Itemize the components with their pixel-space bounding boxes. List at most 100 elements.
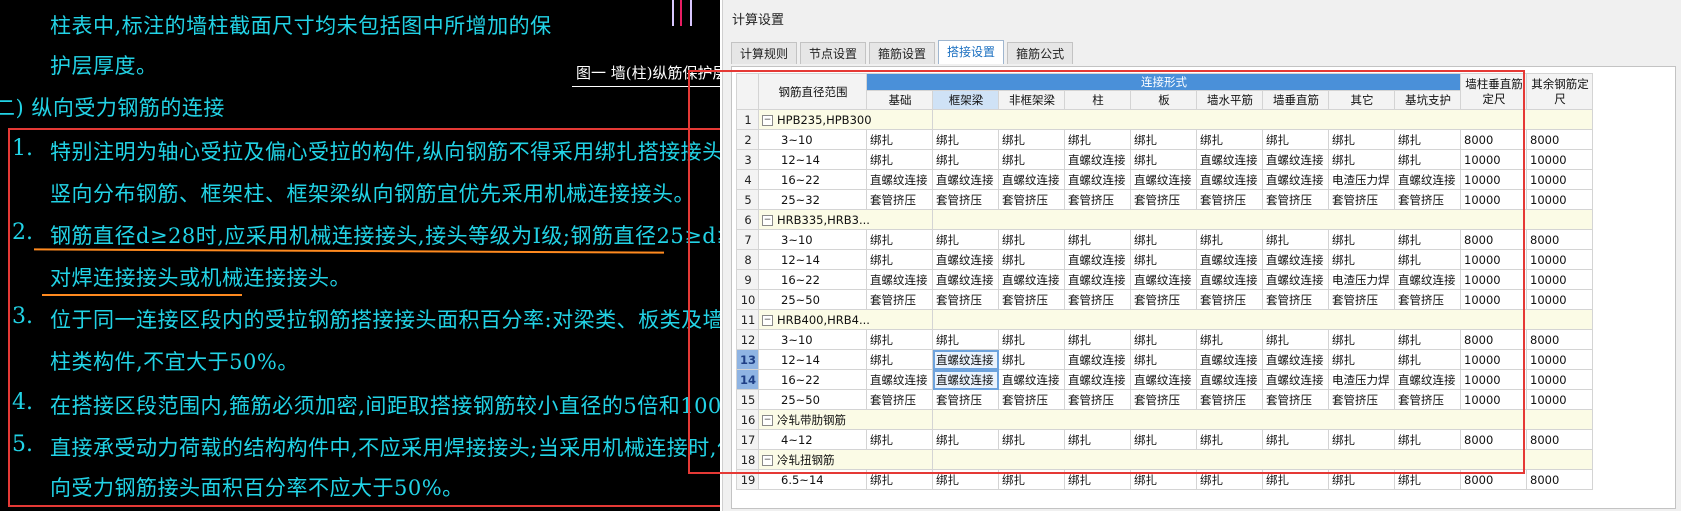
connection-type-cell[interactable]: 绑扎 (1262, 129, 1330, 150)
connection-type-cell[interactable]: 直螺纹连接 (1064, 369, 1132, 390)
connection-type-cell[interactable]: 直螺纹连接 (998, 369, 1066, 390)
table-row[interactable]: 17 4~12 绑扎 绑扎 绑扎 绑扎 绑扎 绑扎 绑扎 绑扎 绑扎 8000 8000 (735, 429, 1594, 450)
tab-node-settings[interactable]: 节点设置 (800, 42, 867, 64)
connection-type-cell[interactable]: 绑扎 (1328, 329, 1396, 350)
connection-type-cell[interactable]: 绑扎 (1262, 469, 1330, 490)
connection-type-cell[interactable]: 绑扎 (1064, 429, 1132, 450)
bar-length-cell[interactable]: 10000 (1460, 289, 1528, 310)
group-row-label[interactable]: − HRB335,HRB3... (758, 209, 933, 230)
connection-type-cell[interactable]: 套管挤压 (866, 289, 934, 310)
connection-type-cell[interactable]: 直螺纹连接 (866, 169, 934, 190)
bar-length-cell[interactable]: 10000 (1460, 389, 1528, 410)
diameter-range-cell[interactable]: 3~10 (758, 229, 868, 250)
row-number[interactable]: 9 (735, 269, 760, 290)
diameter-range-cell[interactable]: 4~12 (758, 429, 868, 450)
connection-type-cell[interactable]: 绑扎 (1064, 129, 1132, 150)
bar-length-cell[interactable]: 10000 (1460, 369, 1528, 390)
bar-length-cell[interactable]: 10000 (1460, 149, 1528, 170)
table-row[interactable]: 16− 冷轧带肋钢筋 (735, 409, 1594, 430)
connection-type-cell[interactable]: 直螺纹连接 (1064, 269, 1132, 290)
row-number[interactable]: 10 (735, 289, 760, 310)
table-row[interactable]: 13 12~14 绑扎 直螺纹连接 绑扎 直螺纹连接 绑扎 直螺纹连接 直螺纹连接 绑扎 绑扎 100… (735, 349, 1594, 370)
connection-type-cell[interactable]: 绑扎 (932, 149, 1000, 170)
connection-type-cell[interactable]: 套管挤压 (1196, 189, 1264, 210)
connection-type-cell[interactable]: 绑扎 (1394, 129, 1462, 150)
connection-type-cell[interactable]: 直螺纹连接 (932, 269, 1000, 290)
tree-collapse-icon[interactable]: − (762, 414, 774, 426)
bar-length-cell[interactable]: 10000 (1526, 169, 1594, 190)
diameter-range-cell[interactable]: 3~10 (758, 329, 868, 350)
connection-type-cell[interactable]: 套管挤压 (1196, 389, 1264, 410)
bar-length-cell[interactable]: 8000 (1526, 429, 1594, 450)
row-number[interactable]: 11 (735, 309, 760, 330)
table-row[interactable]: 5 25~32 套管挤压 套管挤压 套管挤压 套管挤压 套管挤压 套管挤压 套管挤压 套管挤压 套管… (735, 189, 1594, 210)
bar-length-cell[interactable]: 10000 (1526, 269, 1594, 290)
row-number[interactable]: 3 (735, 149, 760, 170)
row-number[interactable]: 8 (735, 249, 760, 270)
tab-lap-settings[interactable]: 搭接设置 (938, 40, 1005, 64)
connection-type-cell[interactable]: 套管挤压 (932, 189, 1000, 210)
connection-type-cell[interactable]: 绑扎 (998, 149, 1066, 170)
row-number[interactable]: 6 (735, 209, 760, 230)
connection-type-cell[interactable]: 直螺纹连接 (866, 269, 934, 290)
connection-type-cell[interactable]: 绑扎 (998, 249, 1066, 270)
table-row[interactable]: 18− 冷轧扭钢筋 (735, 449, 1594, 470)
connection-type-cell[interactable]: 直螺纹连接 (1262, 269, 1330, 290)
connection-type-cell[interactable]: 套管挤压 (1064, 389, 1132, 410)
connection-type-cell[interactable]: 直螺纹连接 (932, 369, 1000, 390)
connection-type-cell[interactable]: 直螺纹连接 (1130, 169, 1198, 190)
table-row[interactable]: 1− HPB235,HPB300 (735, 109, 1594, 130)
connection-type-cell[interactable]: 套管挤压 (1262, 389, 1330, 410)
connection-type-cell[interactable]: 绑扎 (998, 129, 1066, 150)
connection-type-cell[interactable]: 绑扎 (1130, 229, 1198, 250)
connection-type-cell[interactable]: 绑扎 (1196, 429, 1264, 450)
connection-type-cell[interactable]: 绑扎 (866, 229, 934, 250)
row-number[interactable]: 16 (735, 409, 760, 430)
connection-type-cell[interactable]: 直螺纹连接 (866, 369, 934, 390)
connection-type-cell[interactable]: 套管挤压 (1394, 389, 1462, 410)
table-row[interactable]: 11− HRB400,HRB4... (735, 309, 1594, 330)
connection-type-cell[interactable]: 直螺纹连接 (932, 349, 1000, 370)
bar-length-cell[interactable]: 10000 (1526, 389, 1594, 410)
connection-type-cell[interactable]: 绑扎 (866, 129, 934, 150)
connection-type-cell[interactable]: 直螺纹连接 (1394, 169, 1462, 190)
connection-type-cell[interactable]: 绑扎 (1196, 469, 1264, 490)
diameter-range-cell[interactable]: 25~50 (758, 289, 868, 310)
diameter-range-cell[interactable]: 3~10 (758, 129, 868, 150)
connection-type-cell[interactable]: 绑扎 (1130, 249, 1198, 270)
connection-type-cell[interactable]: 套管挤压 (998, 389, 1066, 410)
connection-type-cell[interactable]: 套管挤压 (1064, 289, 1132, 310)
connection-type-cell[interactable]: 绑扎 (1394, 429, 1462, 450)
row-number[interactable]: 14 (735, 369, 760, 390)
connection-type-cell[interactable]: 直螺纹连接 (998, 269, 1066, 290)
group-row-label[interactable]: − HPB235,HPB300 (758, 109, 933, 130)
connection-type-cell[interactable]: 绑扎 (1394, 349, 1462, 370)
connection-type-cell[interactable]: 套管挤压 (932, 389, 1000, 410)
connection-type-cell[interactable]: 绑扎 (1394, 469, 1462, 490)
diameter-range-cell[interactable]: 25~50 (758, 389, 868, 410)
row-number[interactable]: 2 (735, 129, 760, 150)
bar-length-cell[interactable]: 8000 (1526, 229, 1594, 250)
row-number[interactable]: 19 (735, 469, 760, 490)
connection-type-cell[interactable]: 绑扎 (932, 229, 1000, 250)
connection-type-cell[interactable]: 绑扎 (866, 429, 934, 450)
connection-type-cell[interactable]: 绑扎 (1328, 149, 1396, 170)
connection-type-cell[interactable]: 套管挤压 (932, 289, 1000, 310)
bar-length-cell[interactable]: 10000 (1460, 349, 1528, 370)
diameter-range-cell[interactable]: 6.5~14 (758, 469, 868, 490)
connection-type-cell[interactable]: 绑扎 (1064, 469, 1132, 490)
table-row[interactable]: 4 16~22 直螺纹连接 直螺纹连接 直螺纹连接 直螺纹连接 直螺纹连接 直螺纹连接 直螺纹连… (735, 169, 1594, 190)
row-number[interactable]: 12 (735, 329, 760, 350)
bar-length-cell[interactable]: 8000 (1460, 469, 1528, 490)
bar-length-cell[interactable]: 10000 (1526, 349, 1594, 370)
tab-calc-rules[interactable]: 计算规则 (731, 42, 798, 64)
connection-type-cell[interactable]: 直螺纹连接 (1064, 349, 1132, 370)
connection-type-cell[interactable]: 套管挤压 (866, 189, 934, 210)
connection-type-cell[interactable]: 绑扎 (866, 249, 934, 270)
tree-collapse-icon[interactable]: − (762, 454, 774, 466)
connection-type-cell[interactable]: 电渣压力焊 (1328, 269, 1396, 290)
connection-type-cell[interactable]: 绑扎 (1064, 229, 1132, 250)
tree-collapse-icon[interactable]: − (762, 214, 774, 226)
group-row-label[interactable]: − HRB400,HRB4... (758, 309, 933, 330)
connection-type-cell[interactable]: 绑扎 (1328, 469, 1396, 490)
